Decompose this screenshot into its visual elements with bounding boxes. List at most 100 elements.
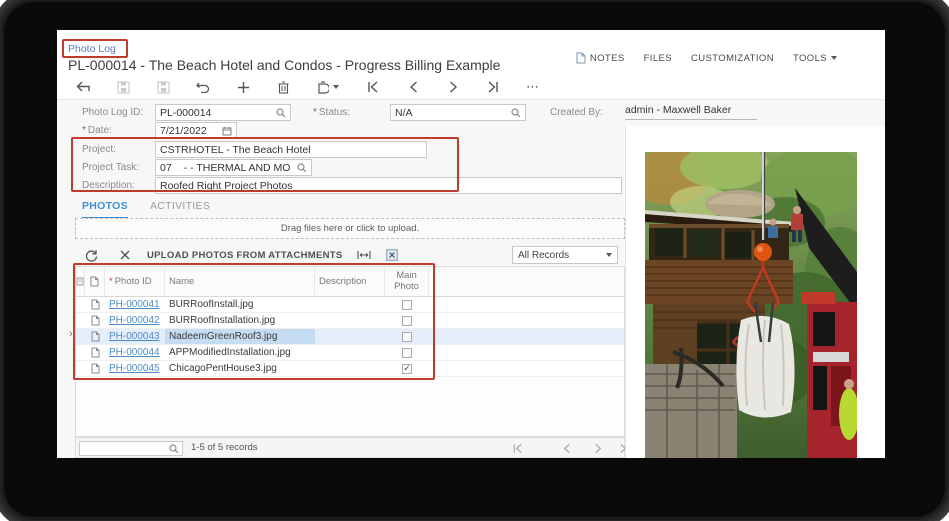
photo-description-cell[interactable] [315, 329, 385, 344]
record-toolbar: ⋯ [75, 76, 565, 98]
row-file-cell[interactable] [85, 313, 105, 328]
screen-title-link[interactable]: Photo Log [68, 43, 116, 55]
go-first-button[interactable] [365, 79, 381, 95]
records-filter-select[interactable]: All Records [512, 246, 618, 264]
created-by-value: admin - Maxwell Baker [625, 104, 757, 120]
column-header-main-photo[interactable]: Main Photo [385, 267, 429, 296]
go-previous-button[interactable] [405, 79, 421, 95]
go-next-button[interactable] [445, 79, 461, 95]
photo-name-cell[interactable]: NadeemGreenRoof3.jpg [165, 329, 315, 344]
photo-name-cell[interactable]: BURRoofInstall.jpg [165, 297, 315, 312]
table-row[interactable]: PH-000042 BURRoofInstallation.jpg [76, 313, 624, 329]
add-record-button[interactable] [235, 79, 251, 95]
photo-name-cell[interactable]: APPModifiedInstallation.jpg [165, 345, 315, 360]
tab-bar: PHOTOS ACTIVITIES [82, 200, 210, 219]
tools-menu-item[interactable]: TOOLS [793, 53, 837, 64]
page-first-button[interactable] [512, 441, 523, 458]
photo-id-link[interactable]: PH-000042 [109, 315, 160, 326]
photo-id-link[interactable]: PH-000043 [109, 331, 160, 342]
tab-activities[interactable]: ACTIVITIES [150, 200, 210, 219]
filler-column-header [429, 267, 624, 296]
project-field[interactable]: CSTRHOTEL - The Beach Hotel [155, 141, 427, 158]
row-file-cell[interactable] [85, 361, 105, 376]
photo-id-link[interactable]: PH-000041 [109, 299, 160, 310]
row-file-cell[interactable] [85, 345, 105, 360]
customization-menu-item[interactable]: CUSTOMIZATION [691, 53, 774, 64]
main-photo-checkbox[interactable] [402, 331, 412, 342]
table-row[interactable]: PH-000041 BURRoofInstall.jpg [76, 297, 624, 313]
notes-column-icon [76, 277, 84, 286]
filler-cell [429, 361, 624, 376]
current-row-pointer-icon: › [69, 328, 73, 340]
grid-header-row: * Photo ID Name Description Main Photo [76, 267, 624, 297]
save-button[interactable] [155, 79, 171, 95]
table-row[interactable]: PH-000045 ChicagoPentHouse3.jpg [76, 361, 624, 377]
column-header-name[interactable]: Name [165, 267, 315, 296]
go-last-button[interactable] [485, 79, 501, 95]
column-header-description[interactable]: Description [315, 267, 385, 296]
description-field[interactable]: Roofed Right Project Photos [155, 177, 622, 194]
cancel-undo-button[interactable] [195, 79, 211, 95]
main-photo-checkbox[interactable] [402, 347, 412, 358]
refresh-icon[interactable] [83, 247, 99, 263]
export-excel-icon[interactable] [384, 247, 400, 263]
photo-name-cell[interactable]: ChicagoPentHouse3.jpg [165, 361, 315, 376]
photo-id-link[interactable]: PH-000044 [109, 347, 160, 358]
copy-paste-button[interactable] [315, 79, 341, 95]
files-menu-item[interactable]: FILES [644, 53, 672, 64]
grid-search-input[interactable] [83, 443, 169, 454]
chevron-down-icon [606, 253, 612, 257]
note-doc-icon [576, 52, 586, 64]
main-photo-checkbox[interactable] [402, 315, 412, 326]
page-next-button[interactable] [594, 441, 603, 458]
photo-id-link[interactable]: PH-000045 [109, 363, 160, 374]
dropzone-text: Drag files here or click to upload. [280, 223, 420, 234]
table-row[interactable]: PH-000043 NadeemGreenRoof3.jpg [76, 329, 624, 345]
row-note-cell [76, 345, 85, 360]
page-title: PL-000014 - The Beach Hotel and Condos -… [68, 57, 501, 73]
main-photo-preview[interactable] [645, 152, 857, 458]
more-actions-button[interactable]: ⋯ [525, 79, 541, 95]
grid-search-box[interactable] [79, 441, 183, 456]
file-dropzone[interactable]: Drag files here or click to upload. [75, 218, 625, 239]
photo-log-id-label: Photo Log ID: [82, 107, 144, 118]
project-task-code: 07 [160, 161, 172, 174]
row-file-cell[interactable] [85, 329, 105, 344]
back-button[interactable] [75, 79, 91, 95]
fit-columns-icon[interactable] [356, 247, 372, 263]
photo-description-cell[interactable] [315, 345, 385, 360]
table-row[interactable]: PH-000044 APPModifiedInstallation.jpg [76, 345, 624, 361]
photo-description-cell[interactable] [315, 297, 385, 312]
save-close-button[interactable] [115, 79, 131, 95]
grid-footer: 1-5 of 5 records [75, 437, 629, 458]
calendar-icon[interactable] [222, 126, 232, 136]
delete-row-icon[interactable] [117, 247, 133, 263]
photo-name-cell[interactable]: BURRoofInstallation.jpg [165, 313, 315, 328]
page-previous-button[interactable] [562, 441, 571, 458]
notes-menu-item[interactable]: NOTES [576, 52, 625, 64]
delete-record-button[interactable] [275, 79, 291, 95]
upload-photos-button[interactable]: UPLOAD PHOTOS FROM ATTACHMENTS [147, 250, 342, 261]
search-lookup-icon[interactable] [297, 162, 307, 173]
photo-description-cell[interactable] [315, 361, 385, 376]
photo-log-id-field[interactable]: PL-000014 [155, 104, 291, 121]
files-column-header[interactable] [85, 267, 105, 296]
row-note-cell [76, 329, 85, 344]
search-lookup-icon[interactable] [276, 107, 286, 118]
row-settings-column-header [76, 267, 85, 296]
records-count-text: 1-5 of 5 records [191, 442, 258, 453]
main-photo-checkbox[interactable] [402, 299, 412, 310]
search-lookup-icon[interactable] [511, 107, 521, 118]
status-field[interactable]: N/A [390, 104, 526, 121]
photo-description-cell[interactable] [315, 313, 385, 328]
project-task-field[interactable]: 07 - - THERMAL AND MO [155, 159, 312, 176]
main-photo-checkbox[interactable] [402, 363, 412, 374]
column-header-photo-id[interactable]: * Photo ID [105, 267, 165, 296]
date-label-text: Date: [87, 125, 112, 136]
file-icon [91, 315, 99, 326]
file-icon [91, 347, 99, 358]
tab-photos[interactable]: PHOTOS [82, 200, 128, 219]
row-file-cell[interactable] [85, 297, 105, 312]
date-field[interactable]: 7/21/2022 [155, 122, 237, 139]
row-note-cell [76, 297, 85, 312]
